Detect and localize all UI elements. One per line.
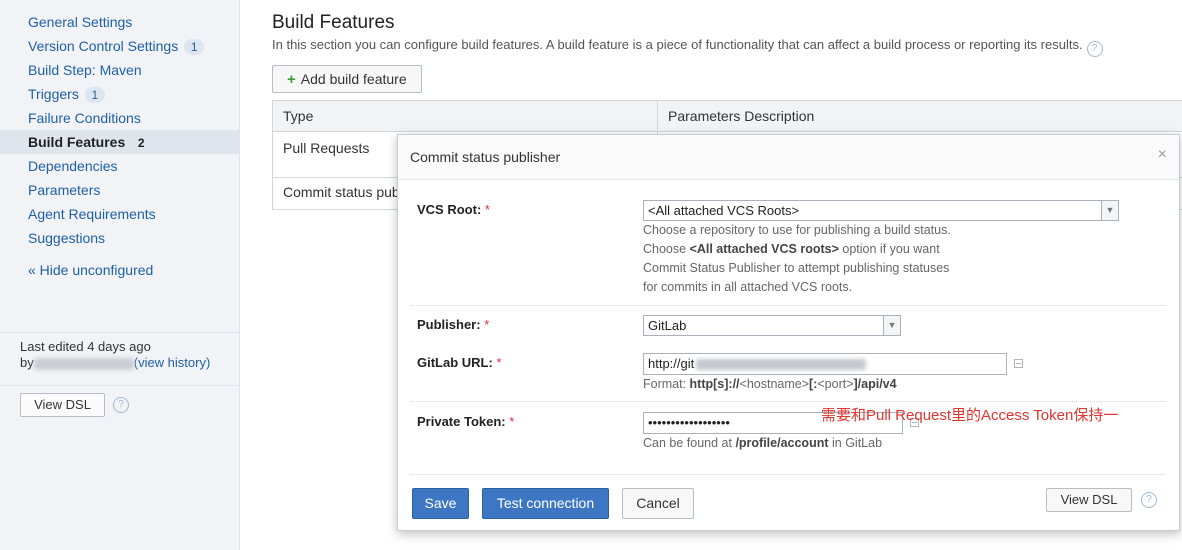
gitlab-url-label-text: GitLab URL: <box>417 355 493 370</box>
add-build-feature-button[interactable]: + Add build feature <box>272 65 422 93</box>
format-port: <port> <box>817 377 854 391</box>
red-annotation: 需要和Pull Request里的Access Token保持一 <box>821 407 1119 424</box>
gitlab-url-value: http://git <box>648 356 695 371</box>
help-icon[interactable]: ? <box>1141 492 1157 508</box>
private-token-hint-text: in GitLab <box>828 436 883 450</box>
add-build-feature-label: Add build feature <box>300 71 407 87</box>
vcs-root-hint-line: for commits in all attached VCS roots. <box>643 280 853 294</box>
vcs-root-label: VCS Root: * <box>417 202 490 217</box>
format-host: <hostname> <box>739 377 810 391</box>
column-header-parameters-description: Parameters Description <box>657 100 1182 132</box>
sidebar-item-label: Parameters <box>28 182 101 198</box>
sidebar-item-label: Version Control Settings <box>28 38 179 54</box>
parameter-picker-icon[interactable] <box>1014 359 1023 368</box>
sidebar-item-version-control-settings[interactable]: Version Control Settings 1 <box>0 34 239 58</box>
vcs-root-hint-line: Choose a repository to use for publishin… <box>643 223 951 237</box>
sidebar-item-agent-requirements[interactable]: Agent Requirements <box>0 202 239 226</box>
sidebar-item-label: Build Features <box>28 134 126 150</box>
view-dsl-button[interactable]: View DSL <box>1046 488 1132 512</box>
private-token-value: •••••••••••••••••• <box>648 415 730 430</box>
sidebar-nav: General Settings Version Control Setting… <box>0 0 239 250</box>
redacted-url <box>696 359 867 371</box>
vcs-root-label-text: VCS Root: <box>417 202 482 217</box>
sidebar: General Settings Version Control Setting… <box>0 0 240 550</box>
row-divider <box>410 401 1165 402</box>
sidebar-item-label: Build Step: Maven <box>28 62 142 78</box>
table-header-row: Type Parameters Description <box>272 100 1182 132</box>
gitlab-url-input[interactable]: http://git <box>643 353 1007 375</box>
commit-status-publisher-dialog: Commit status publisher × VCS Root: * <A… <box>397 134 1180 531</box>
dialog-title: Commit status publisher <box>410 149 561 165</box>
vcs-root-hint-text: Choose <box>643 242 690 256</box>
last-edited-text: Last edited 4 days ago <box>20 339 151 354</box>
private-token-hint-text: Can be found at <box>643 436 736 450</box>
sidebar-item-label: Suggestions <box>28 230 106 246</box>
gitlab-url-label: GitLab URL: * <box>417 355 502 370</box>
test-connection-button[interactable]: Test connection <box>482 488 609 519</box>
page-title: Build Features <box>272 12 395 33</box>
last-edited-by-label: by <box>20 355 34 370</box>
vcs-root-hint-text: option if you want <box>838 242 940 256</box>
view-dsl-button[interactable]: View DSL <box>20 393 105 417</box>
private-token-label-text: Private Token: <box>417 414 506 429</box>
plus-icon: + <box>287 71 296 88</box>
sidebar-item-failure-conditions[interactable]: Failure Conditions <box>0 106 239 130</box>
hide-unconfigured-link[interactable]: « Hide unconfigured <box>28 262 153 278</box>
required-marker: * <box>509 414 515 429</box>
count-badge: 1 <box>84 87 105 103</box>
count-badge: 2 <box>137 136 145 150</box>
chevron-down-icon: ▼ <box>883 316 900 335</box>
help-icon[interactable]: ? <box>113 397 129 413</box>
required-marker: * <box>484 202 490 217</box>
close-icon[interactable]: × <box>1158 147 1167 163</box>
sidebar-item-build-step-maven[interactable]: Build Step: Maven <box>0 58 239 82</box>
cancel-button[interactable]: Cancel <box>622 488 694 519</box>
required-marker: * <box>484 317 490 332</box>
private-token-hint-bold: /profile/account <box>735 436 829 450</box>
private-token-label: Private Token: * <box>417 414 514 429</box>
vcs-root-hint-line: Choose <All attached VCS roots> option i… <box>643 240 951 259</box>
save-button[interactable]: Save <box>412 488 469 519</box>
sidebar-item-parameters[interactable]: Parameters <box>0 178 239 202</box>
sidebar-item-label: Dependencies <box>28 158 118 174</box>
publisher-selected-value: GitLab <box>648 318 687 333</box>
sidebar-item-dependencies[interactable]: Dependencies <box>0 154 239 178</box>
vcs-root-hint: Choose a repository to use for publishin… <box>643 221 951 297</box>
sidebar-item-triggers[interactable]: Triggers 1 <box>0 82 239 106</box>
vcs-root-selected-value: <All attached VCS Roots> <box>648 203 800 218</box>
sidebar-item-label: Failure Conditions <box>28 110 141 126</box>
sidebar-item-suggestions[interactable]: Suggestions <box>0 226 239 250</box>
publisher-label: Publisher: * <box>417 317 489 332</box>
last-edited-info: Last edited 4 days ago by (view history) <box>20 339 210 371</box>
view-history-link[interactable]: (view history) <box>134 355 211 370</box>
sidebar-divider <box>0 332 240 333</box>
chevron-down-icon: ▼ <box>1101 201 1118 220</box>
format-scheme: http[s]:// <box>689 377 740 391</box>
publisher-label-text: Publisher: <box>417 317 481 332</box>
page-description-text: In this section you can configure build … <box>272 37 1083 52</box>
vcs-root-select[interactable]: <All attached VCS Roots> ▼ <box>643 200 1119 221</box>
count-badge: 1 <box>184 39 205 55</box>
private-token-hint: Can be found at /profile/account in GitL… <box>643 434 882 453</box>
sidebar-divider <box>0 385 240 386</box>
sidebar-item-label: General Settings <box>28 14 133 30</box>
vcs-root-hint-bold: <All attached VCS roots> <box>689 242 839 256</box>
help-icon[interactable]: ? <box>1086 41 1103 57</box>
gitlab-url-format-hint: Format: http[s]://<hostname>[:<port>]/ap… <box>643 375 897 394</box>
redacted-username <box>33 357 134 370</box>
row-divider <box>410 305 1165 306</box>
vcs-root-hint-line: Commit Status Publisher to attempt publi… <box>643 261 950 275</box>
sidebar-item-label: Triggers <box>28 86 79 102</box>
sidebar-item-build-features[interactable]: Build Features 2 <box>0 130 239 154</box>
sidebar-item-label: Agent Requirements <box>28 206 156 222</box>
format-tail: ]/api/v4 <box>853 377 897 391</box>
format-label: Format: <box>643 377 690 391</box>
row-divider <box>410 474 1165 475</box>
publisher-select[interactable]: GitLab ▼ <box>643 315 901 336</box>
required-marker: * <box>496 355 502 370</box>
sidebar-item-general-settings[interactable]: General Settings <box>0 10 239 34</box>
column-header-type: Type <box>272 100 658 132</box>
page-description: In this section you can configure build … <box>272 37 1103 57</box>
